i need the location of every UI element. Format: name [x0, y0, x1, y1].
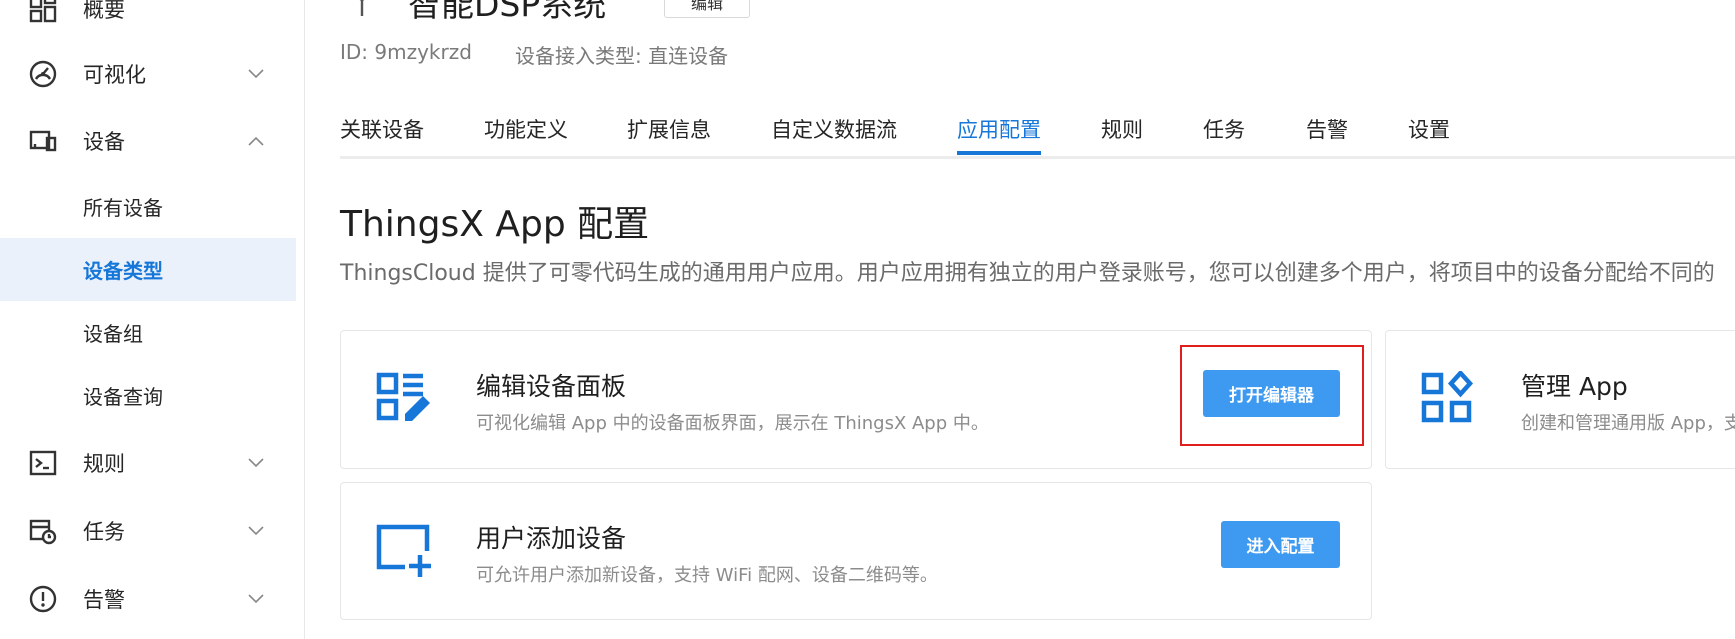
- card-title: 用户添加设备: [476, 524, 627, 553]
- alert-circle-icon: [29, 585, 57, 613]
- sidebar: 概要 可视化 设备 所有设备 设备类型 设备组 设备查询 规则 任务 告警: [0, 0, 305, 639]
- tab-linked-devices[interactable]: 关联设备: [340, 114, 424, 144]
- access-type: 设备接入类型: 直连设备: [515, 44, 729, 68]
- gauge-icon: [29, 60, 57, 88]
- sidebar-item-label: 设备: [83, 130, 125, 154]
- widgets-edit-icon: [376, 372, 430, 421]
- page-title: 智能DSP系统: [408, 0, 607, 24]
- chevron-down-icon[interactable]: [248, 594, 264, 604]
- enter-config-button[interactable]: 进入配置: [1221, 521, 1340, 568]
- card-description: 可允许用户添加新设备，支持 WiFi 配网、设备二维码等。: [476, 565, 938, 586]
- card-title: 管理 App: [1521, 372, 1628, 401]
- active-tab-indicator: [957, 151, 1041, 155]
- sidebar-subitem-device-query[interactable]: 设备查询: [0, 364, 296, 427]
- edit-button[interactable]: 编辑: [664, 0, 750, 18]
- sidebar-item-label: 规则: [83, 452, 125, 476]
- sidebar-subitem-label: 设备查询: [83, 385, 163, 409]
- sidebar-subitem-label: 设备组: [83, 322, 143, 346]
- highlight-box: [1180, 345, 1364, 446]
- tab-alerts[interactable]: 告警: [1306, 114, 1348, 144]
- tab-settings[interactable]: 设置: [1408, 114, 1450, 144]
- sidebar-item-rules[interactable]: 规则: [0, 432, 296, 494]
- section-title: ThingsX App 配置: [340, 204, 650, 245]
- sidebar-item-label: 可视化: [83, 63, 146, 87]
- add-box-icon: [376, 524, 431, 577]
- chevron-down-icon[interactable]: [248, 526, 264, 536]
- sidebar-item-label: 告警: [83, 588, 125, 612]
- sidebar-item-label: 概要: [83, 0, 125, 22]
- chevron-up-icon[interactable]: [248, 136, 264, 146]
- card-description: 创建和管理通用版 App，支: [1521, 413, 1735, 434]
- sidebar-item-visualization[interactable]: 可视化: [0, 43, 296, 105]
- sidebar-item-devices[interactable]: 设备: [0, 110, 296, 172]
- tab-function-definition[interactable]: 功能定义: [484, 114, 568, 144]
- tab-custom-data-stream[interactable]: 自定义数据流: [771, 114, 897, 144]
- sidebar-subitem-label: 所有设备: [83, 196, 163, 220]
- chevron-down-icon[interactable]: [248, 69, 264, 79]
- sidebar-item-alerts[interactable]: 告警: [0, 568, 296, 630]
- calendar-clock-icon: [29, 519, 57, 545]
- sidebar-subitem-device-groups[interactable]: 设备组: [0, 301, 296, 364]
- sidebar-item-overview[interactable]: 概要: [0, 0, 296, 40]
- tab-app-config[interactable]: 应用配置: [957, 114, 1041, 144]
- tab-tasks[interactable]: 任务: [1203, 114, 1245, 144]
- sidebar-subitem-device-types[interactable]: 设备类型: [0, 238, 296, 301]
- card-description: 可视化编辑 App 中的设备面板界面，展示在 ThingsX App 中。: [476, 413, 989, 434]
- devices-icon: [29, 130, 57, 152]
- card-manage-app: 管理 App 创建和管理通用版 App，支: [1385, 330, 1735, 469]
- tab-extended-info[interactable]: 扩展信息: [627, 114, 711, 144]
- sidebar-subitem-label: 设备类型: [83, 259, 163, 283]
- sidebar-subitem-all-devices[interactable]: 所有设备: [0, 175, 296, 238]
- card-user-add-device: 用户添加设备 可允许用户添加新设备，支持 WiFi 配网、设备二维码等。 进入配…: [340, 482, 1372, 620]
- apps-grid-icon: [1421, 371, 1474, 423]
- tab-bar: 关联设备 功能定义 扩展信息 自定义数据流 应用配置 规则 任务 告警 设置: [340, 108, 1735, 159]
- chevron-down-icon[interactable]: [248, 458, 264, 468]
- dashboard-icon: [29, 0, 57, 23]
- sidebar-item-label: 任务: [83, 520, 125, 544]
- card-title: 编辑设备面板: [476, 372, 627, 401]
- terminal-icon: [29, 450, 57, 476]
- sidebar-item-tasks[interactable]: 任务: [0, 500, 296, 562]
- tab-rules[interactable]: 规则: [1101, 114, 1143, 144]
- product-icon: [359, 0, 365, 16]
- section-description: ThingsCloud 提供了可零代码生成的通用用户应用。用户应用拥有独立的用户…: [340, 261, 1715, 286]
- device-type-id: ID: 9mzykrzd: [340, 40, 472, 64]
